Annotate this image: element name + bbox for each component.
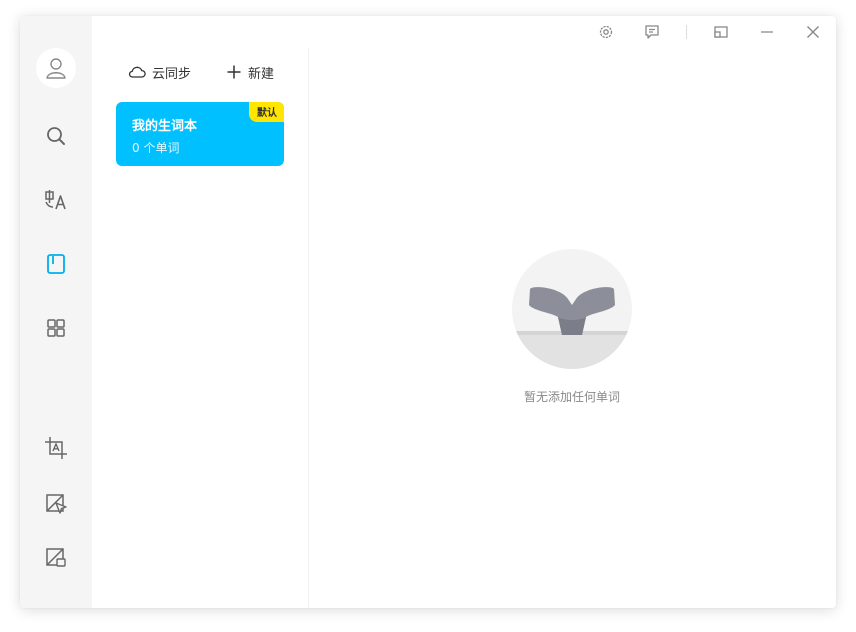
user-icon (46, 58, 66, 79)
empty-state-illustration (512, 249, 632, 369)
minimize-button[interactable] (755, 22, 779, 42)
pin-button[interactable] (709, 22, 733, 42)
new-wordbook-label: 新建 (248, 66, 275, 82)
settings-icon (599, 25, 613, 39)
search-icon (47, 127, 65, 145)
close-icon (807, 26, 819, 38)
plus-icon (227, 65, 241, 79)
sidebar-item-wordbook[interactable] (36, 244, 76, 284)
new-wordbook-button[interactable]: 新建 (226, 62, 274, 82)
cloud-sync-button[interactable]: 云同步 (128, 62, 191, 82)
sidebar-item-screenshot-translate[interactable] (36, 428, 76, 468)
sidebar-item-select-translate[interactable] (36, 484, 76, 524)
select-translate-icon (46, 494, 67, 514)
close-button[interactable] (801, 22, 825, 42)
avatar[interactable] (36, 48, 76, 88)
sidebar-item-apps[interactable] (36, 308, 76, 348)
sidebar (20, 16, 92, 608)
wordbook-card[interactable]: 我的生词本 0 个单词 默认 (116, 102, 284, 166)
panel-divider (308, 48, 309, 608)
settings-button[interactable] (594, 22, 618, 42)
grid-icon (47, 319, 65, 337)
translate-icon (45, 190, 66, 210)
cloud-sync-label: 云同步 (152, 66, 192, 82)
image-translate-icon (46, 548, 66, 567)
wordbook-icon (47, 254, 65, 274)
sidebar-item-translate[interactable] (36, 180, 76, 220)
cloud-icon (128, 66, 146, 78)
sidebar-item-image-translate[interactable] (36, 538, 76, 578)
screenshot-translate-icon (45, 437, 67, 459)
feedback-icon (645, 25, 659, 39)
titlebar-separator (686, 25, 687, 39)
wordbook-title: 我的生词本 (132, 119, 198, 134)
whale-tail-icon (512, 287, 632, 369)
app-window: 云同步 新建 我的生词本 0 个单词 默认 暂无添加任何单词 (20, 16, 836, 608)
default-badge: 默认 (249, 102, 284, 122)
wordbook-word-count: 0 个单词 (132, 141, 180, 155)
feedback-button[interactable] (640, 22, 664, 42)
pin-icon (714, 26, 728, 38)
empty-state-text: 暂无添加任何单词 (523, 390, 620, 404)
sidebar-item-search[interactable] (36, 116, 76, 156)
minimize-icon (761, 31, 773, 33)
